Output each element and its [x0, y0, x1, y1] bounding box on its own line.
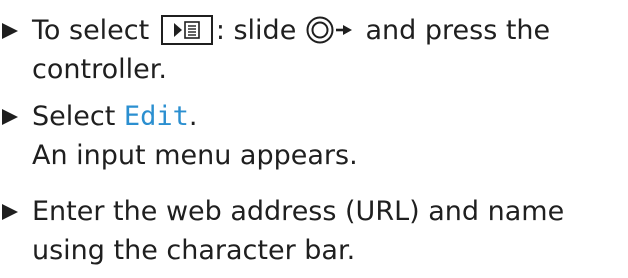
controller-slide-right-icon	[305, 15, 357, 45]
step-text-prefix: To select	[32, 15, 158, 46]
bullet-arrow-icon	[0, 97, 24, 136]
bullet-arrow-icon	[0, 11, 24, 50]
step-select-label: Select	[32, 101, 124, 132]
step-select-menu: To select : slide and press the controll…	[2, 11, 624, 89]
edit-menu-item-text: Edit	[123, 101, 189, 132]
step-enter-url: Enter the web address (URL) and name usi…	[2, 192, 624, 270]
step-select-edit: Select Edit. An input menu appears.	[2, 97, 624, 175]
step-result-text: An input menu appears.	[32, 140, 358, 171]
step-text-slide: : slide	[215, 15, 305, 46]
bullet-arrow-icon	[0, 192, 24, 231]
step-enter-text: Enter the web address (URL) and name usi…	[32, 196, 565, 266]
step-period: .	[188, 101, 198, 132]
menu-list-icon	[160, 15, 213, 45]
